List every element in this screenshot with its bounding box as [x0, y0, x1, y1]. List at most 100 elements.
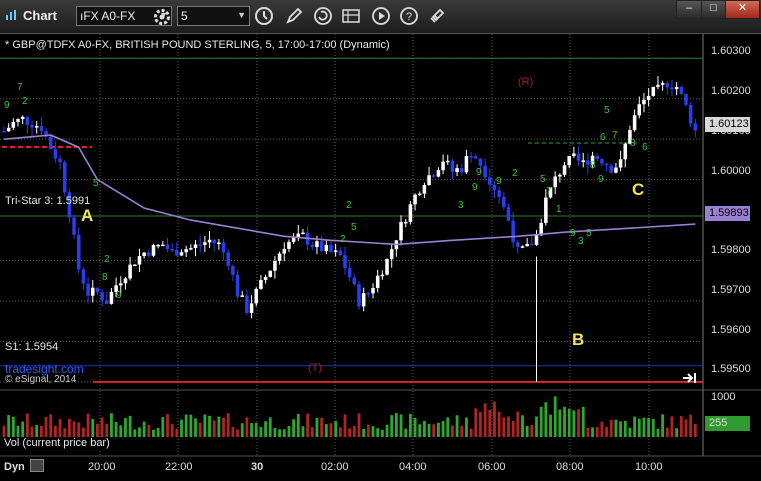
candle-body [544, 197, 548, 224]
volume-bar [469, 428, 473, 437]
volume-bar [198, 422, 202, 437]
chart-header: * GBP@TDFX A0-FX, BRITISH POUND STERLING… [5, 39, 390, 51]
candle-body [189, 248, 193, 250]
maximize-button[interactable]: □ [701, 0, 726, 19]
refresh-icon[interactable] [313, 6, 333, 26]
candle-body [268, 270, 273, 277]
volume-bar [329, 423, 333, 437]
volume-bar [273, 428, 277, 437]
count-digit: 5 [604, 105, 610, 116]
candle-body [147, 252, 151, 256]
candle-body [245, 295, 249, 313]
link-icon[interactable] [427, 6, 447, 26]
window-title: Chart [23, 8, 57, 23]
volume-bar [292, 419, 296, 437]
candle-body [156, 244, 160, 247]
candle-body [623, 143, 628, 160]
volume-bar [138, 427, 141, 437]
volume-bar [82, 427, 85, 437]
volume-bar [591, 427, 594, 437]
volume-bar [385, 424, 389, 437]
volume-bar [553, 396, 557, 437]
count-digit: 2 [340, 234, 346, 245]
candle-body [175, 249, 179, 256]
candle-body [530, 243, 534, 246]
candle-body [389, 249, 394, 260]
volume-bar [77, 422, 81, 437]
time-tick: 08:00 [556, 461, 584, 473]
volume-bar [39, 425, 43, 437]
volume-bar [399, 414, 403, 437]
candle-body [371, 287, 375, 294]
help-icon[interactable]: ? [399, 6, 419, 26]
count-digit: 9 [570, 228, 576, 239]
volume-bar [35, 425, 39, 437]
marker-c: C [632, 180, 645, 199]
count-digit: 9 [472, 182, 478, 193]
minimize-button[interactable]: – [676, 0, 702, 19]
candle-body [48, 136, 53, 150]
s1-label: S1: 1.5954 [5, 341, 59, 353]
gear-icon[interactable] [152, 7, 172, 27]
count-digit: 5 [540, 174, 546, 185]
candle-body [361, 293, 366, 307]
marker-b: B [572, 330, 585, 349]
price-chart[interactable]: 79 252892523999256 7898 6571935 [0, 34, 761, 481]
candle-body [240, 295, 245, 297]
volume-bar [614, 419, 618, 437]
candle-body [455, 168, 459, 172]
count-digit: 6 [600, 132, 606, 143]
volume-bar [203, 414, 207, 437]
scroll-to-end-icon[interactable] [682, 372, 698, 384]
candle-body [217, 242, 221, 245]
volume-bar [11, 416, 15, 437]
candle-body [553, 176, 557, 188]
volume-bar [91, 419, 95, 437]
volume-bar [348, 428, 352, 437]
candle-body [104, 300, 109, 304]
volume-bar [133, 429, 137, 437]
volume-bar [161, 417, 165, 437]
clock-icon[interactable] [254, 6, 274, 26]
last-price-tag: 1.60123 [705, 117, 750, 132]
time-tick: 20:00 [88, 461, 116, 473]
candle-body [347, 268, 352, 278]
volume-bar [306, 413, 310, 437]
candle-body [679, 86, 684, 94]
candle-body [581, 160, 585, 162]
candle-body [474, 156, 478, 159]
close-button[interactable]: ✕ [725, 0, 760, 19]
play-icon[interactable] [371, 6, 391, 26]
volume-bar [128, 415, 132, 437]
data-table-icon[interactable] [341, 6, 361, 26]
volume-bar [437, 422, 440, 437]
symbol-field[interactable] [77, 7, 141, 25]
volume-bar [119, 425, 123, 437]
volume-bar [558, 409, 562, 437]
candle-body [203, 242, 207, 245]
interval-select[interactable]: ▼ [177, 6, 250, 26]
volume-bar [661, 414, 665, 437]
volume-bar [656, 428, 660, 437]
resistance-marker-label: (R) [518, 76, 534, 88]
volume-bar [194, 418, 197, 437]
volume-bar [460, 426, 464, 437]
candle-body [324, 244, 329, 252]
volume-bar [189, 414, 193, 437]
interval-field[interactable] [178, 7, 242, 25]
volume-bar [525, 425, 529, 437]
candle-body [287, 241, 291, 249]
candle-body [422, 185, 427, 194]
candle-body [277, 253, 282, 262]
candle-body [310, 244, 315, 248]
volume-bar [301, 426, 305, 437]
candle-body [558, 174, 562, 177]
count-digit: 9 [496, 176, 502, 187]
marker-a: A [81, 206, 94, 225]
chevron-down-icon[interactable]: ▼ [237, 10, 246, 20]
time-mode-toggle[interactable] [30, 459, 44, 472]
volume-bar [49, 414, 53, 437]
candle-body [333, 250, 338, 253]
candle-body [478, 158, 483, 166]
pencil-icon[interactable] [284, 6, 304, 26]
